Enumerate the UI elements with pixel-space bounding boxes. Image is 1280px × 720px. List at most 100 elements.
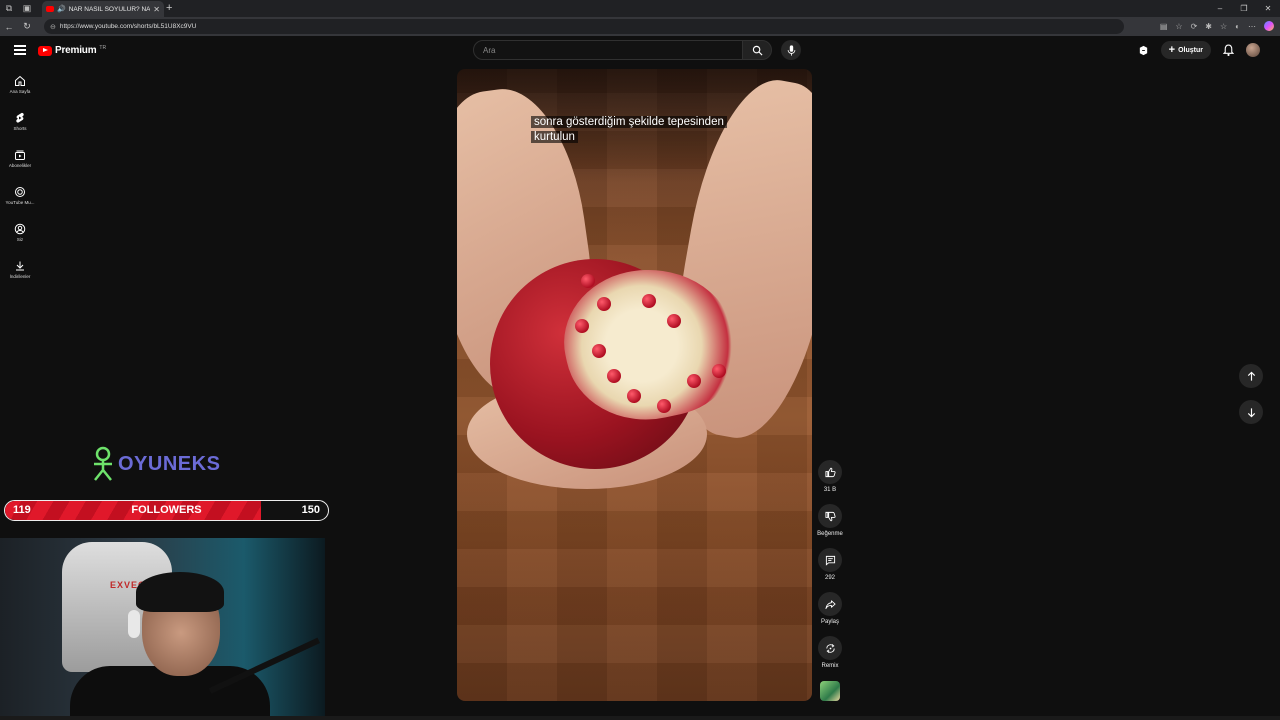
reload-icon[interactable]: ↻: [18, 21, 36, 32]
youtube-premium-logo[interactable]: Premium TR: [38, 45, 106, 56]
like-count: 31 B: [823, 487, 837, 493]
page-bottom-edge: [0, 716, 1280, 720]
brand-text: OYUNEKS: [118, 452, 221, 475]
address-bar[interactable]: ⊖ https://www.youtube.com/shorts/bL51U8X…: [44, 19, 1124, 34]
followers-goal: 150: [301, 504, 320, 516]
mini-guide: Ana Sayfa Shorts Abonelikler YouTube Mu.…: [0, 66, 40, 288]
refresh-extension-icon[interactable]: ⟳: [1191, 19, 1198, 34]
close-tab-icon[interactable]: ✕: [153, 5, 160, 14]
guide-item-youtube-music[interactable]: YouTube Mu...: [0, 177, 40, 214]
guide-item-shorts[interactable]: Shorts: [0, 103, 40, 140]
subscriptions-icon: [15, 150, 25, 160]
thumbs-up-icon: [824, 467, 836, 477]
more-menu-icon[interactable]: ⋯: [1248, 19, 1256, 34]
headphones: [128, 610, 140, 638]
browser-toolbar: ← ↻ ⊖ https://www.youtube.com/shorts/bL5…: [0, 17, 1280, 36]
remix-button[interactable]: [818, 636, 842, 660]
browser-extensions: ▤ ☆ ⟳ ✱ ☆ ◐ ⋯: [1160, 19, 1274, 34]
pomegranate-aril: [597, 297, 611, 311]
search-input[interactable]: Ara: [473, 40, 743, 60]
youtube-favicon-icon: [46, 6, 54, 12]
pomegranate-aril: [667, 314, 681, 328]
guide-item-home[interactable]: Ana Sayfa: [0, 66, 40, 103]
caption-line-2: kurtulun: [531, 131, 578, 143]
guide-item-you[interactable]: Siz: [0, 214, 40, 251]
streamer-brand-logo: OYUNEKS: [90, 446, 220, 482]
guide-item-downloads[interactable]: İndirilenler: [0, 251, 40, 288]
streamer-hair: [136, 572, 224, 612]
dislike-label: Beğenme: [817, 531, 843, 537]
comments-button[interactable]: [818, 548, 842, 572]
new-tab-button[interactable]: +: [166, 2, 172, 14]
comment-icon: [825, 555, 835, 566]
guide-label: YouTube Mu...: [5, 200, 35, 205]
next-short-button[interactable]: [1239, 400, 1263, 424]
voice-search-button[interactable]: [781, 40, 801, 60]
pomegranate-aril: [712, 364, 726, 378]
profile-icon[interactable]: ◐: [1235, 19, 1240, 34]
tab-actions-icon[interactable]: ▣: [18, 0, 36, 17]
share-action: Paylaş: [818, 592, 842, 636]
caption-line-1: sonra gösterdiğim şekilde tepesinden: [531, 116, 727, 128]
copilot-icon[interactable]: [1264, 21, 1274, 31]
notifications-bell-icon[interactable]: [1223, 44, 1234, 56]
workspaces-icon[interactable]: ⧉: [0, 0, 18, 17]
menu-icon[interactable]: [14, 45, 26, 55]
shorts-icon: [16, 112, 24, 123]
share-button[interactable]: [818, 592, 842, 616]
browser-tab-bar: ⧉ ▣ 🔊 NAR NASIL SOYULUR? NAR ✕ + – ❐ ✕: [0, 0, 1280, 17]
share-icon: [824, 599, 836, 609]
guide-item-subscriptions[interactable]: Abonelikler: [0, 140, 40, 177]
dislike-button[interactable]: [818, 504, 842, 528]
like-button[interactable]: [818, 460, 842, 484]
shorts-navigation: [1239, 364, 1263, 424]
back-icon[interactable]: ←: [0, 22, 18, 32]
comment-action: 292: [818, 548, 842, 592]
followers-label: FOLLOWERS: [131, 504, 202, 516]
dislike-action: Beğenme: [817, 504, 843, 548]
url-text: https://www.youtube.com/shorts/bL51U8Xc9…: [59, 23, 197, 30]
remix-label: Remix: [821, 663, 839, 669]
reader-mode-icon[interactable]: ▤: [1160, 19, 1168, 34]
shorts-video-player[interactable]: sonra gösterdiğim şekilde tepesinden kur…: [457, 69, 812, 701]
pomegranate-aril: [607, 369, 621, 383]
guide-label: İndirilenler: [9, 274, 31, 279]
followers-goal-bar: 119 FOLLOWERS 150: [4, 500, 329, 521]
logo-text: Premium: [55, 45, 97, 56]
minimize-button[interactable]: –: [1208, 0, 1232, 17]
restore-button[interactable]: ❐: [1232, 0, 1256, 17]
favorites-bar-icon[interactable]: ☆: [1220, 19, 1227, 34]
account-avatar[interactable]: [1246, 43, 1260, 57]
shorts-actions: 31 B Beğenme 292 Paylaş Remix: [813, 460, 847, 701]
search-button[interactable]: [742, 40, 772, 60]
sound-thumbnail[interactable]: [820, 681, 840, 701]
site-info-icon[interactable]: ⊖: [50, 23, 56, 31]
previous-short-button[interactable]: [1239, 364, 1263, 388]
create-button[interactable]: + Oluştur: [1160, 41, 1211, 59]
youtube-play-icon: [38, 45, 52, 56]
brand-mascot-icon: [94, 446, 112, 481]
pomegranate-aril: [575, 319, 589, 333]
microphone-icon: [787, 44, 795, 56]
home-icon: [15, 75, 25, 86]
favorite-icon[interactable]: ☆: [1175, 19, 1182, 34]
browser-tab-active[interactable]: 🔊 NAR NASIL SOYULUR? NAR ✕: [42, 1, 164, 17]
search-icon: [752, 45, 762, 55]
pomegranate-aril: [581, 274, 595, 288]
tab-title: NAR NASIL SOYULUR? NAR: [68, 5, 151, 13]
video-caption: sonra gösterdiğim şekilde tepesinden kur…: [531, 115, 727, 145]
comment-count: 292: [824, 575, 835, 581]
youtube-music-icon: [15, 187, 25, 197]
close-window-button[interactable]: ✕: [1256, 0, 1280, 17]
remix-action: Remix: [818, 636, 842, 680]
gemini-sparkle-icon[interactable]: [1138, 45, 1149, 56]
pomegranate-aril: [687, 374, 701, 388]
downloads-icon: [16, 261, 24, 271]
guide-label: Shorts: [13, 126, 27, 131]
remix-icon: [825, 643, 835, 653]
arrow-down-icon: [1247, 407, 1255, 417]
audio-playing-icon[interactable]: 🔊: [57, 5, 66, 13]
extensions-icon[interactable]: ✱: [1205, 19, 1212, 34]
you-icon: [14, 223, 26, 235]
pomegranate-aril: [627, 389, 641, 403]
